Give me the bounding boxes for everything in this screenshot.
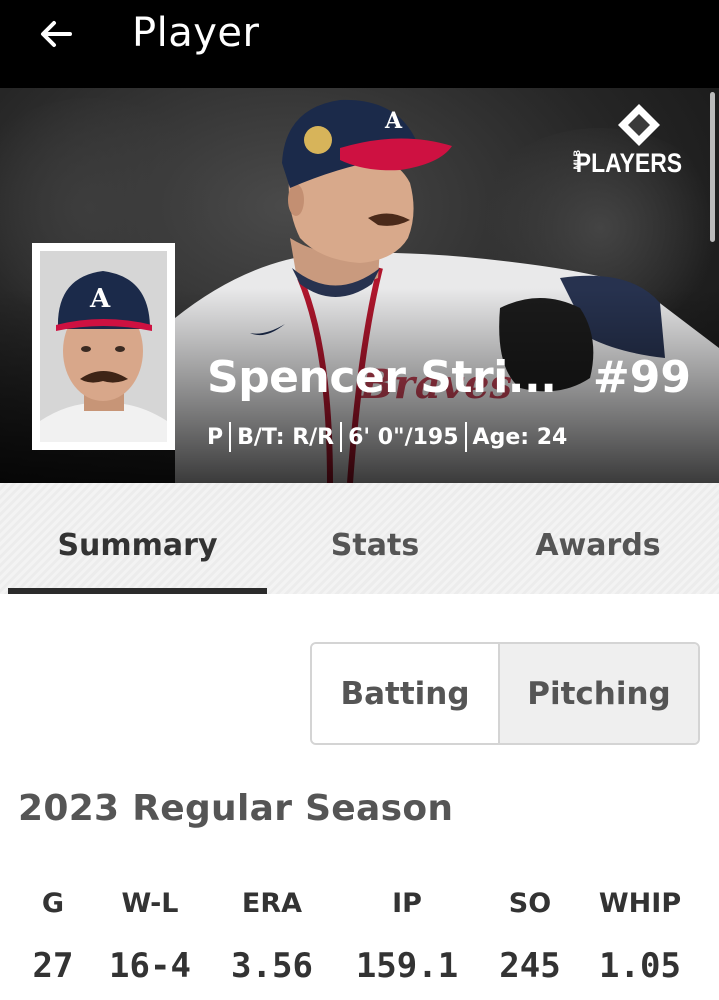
- headshot-image: A: [40, 251, 167, 442]
- stat-header-so: SO: [508, 888, 552, 919]
- stats-table: G W-L ERA IP SO WHIP 27 16-4 3.56 159.1 …: [0, 880, 719, 1000]
- stat-value-wl: 16-4: [109, 946, 191, 986]
- player-height-weight: 6' 0"/195: [348, 424, 459, 450]
- hero-scrollbar: [710, 92, 715, 242]
- svg-text:A: A: [89, 284, 111, 314]
- player-number: #99: [592, 352, 691, 403]
- stat-header-ip: IP: [392, 888, 422, 919]
- stat-value-whip: 1.05: [599, 946, 681, 986]
- batting-button[interactable]: Batting: [312, 644, 500, 743]
- divider: [464, 422, 467, 452]
- tab-bar: Summary Stats Awards: [0, 483, 719, 594]
- stat-header-whip: WHIP: [598, 888, 682, 919]
- stat-value-ip: 159.1: [355, 946, 459, 986]
- players-diamond-icon: [618, 104, 660, 146]
- stat-value-g: 27: [32, 946, 74, 986]
- tab-summary[interactable]: Summary: [8, 483, 267, 594]
- active-tab-indicator: [8, 588, 267, 594]
- tab-awards[interactable]: Awards: [483, 483, 713, 594]
- back-arrow-icon[interactable]: [36, 14, 76, 54]
- stat-value-so: 245: [499, 946, 561, 986]
- player-age: Age: 24: [472, 424, 568, 450]
- player-name: Spencer Stri...: [207, 352, 557, 403]
- batting-pitching-toggle: Batting Pitching: [310, 642, 700, 745]
- page-title: Player: [132, 10, 260, 56]
- divider: [229, 422, 232, 452]
- stat-header-wl: W-L: [121, 888, 179, 919]
- season-heading: 2023 Regular Season: [18, 788, 454, 829]
- player-position: P: [207, 424, 224, 450]
- stat-header-era: ERA: [241, 888, 303, 919]
- top-app-bar: Player: [0, 0, 719, 88]
- mlb-players-logo: MLB PLAYERS: [572, 102, 706, 182]
- svg-text:A: A: [384, 108, 403, 134]
- divider: [340, 422, 343, 452]
- stat-header-g: G: [41, 888, 65, 919]
- player-hero-banner: A Braves MLB PLAYERS: [0, 88, 719, 483]
- pitching-button[interactable]: Pitching: [500, 644, 698, 743]
- player-bats-throws: B/T: R/R: [237, 424, 335, 450]
- tab-stats[interactable]: Stats: [267, 483, 483, 594]
- stat-value-era: 3.56: [231, 946, 313, 986]
- player-bio-line: P B/T: R/R 6' 0"/195 Age: 24: [207, 422, 567, 452]
- player-headshot: A: [32, 243, 175, 450]
